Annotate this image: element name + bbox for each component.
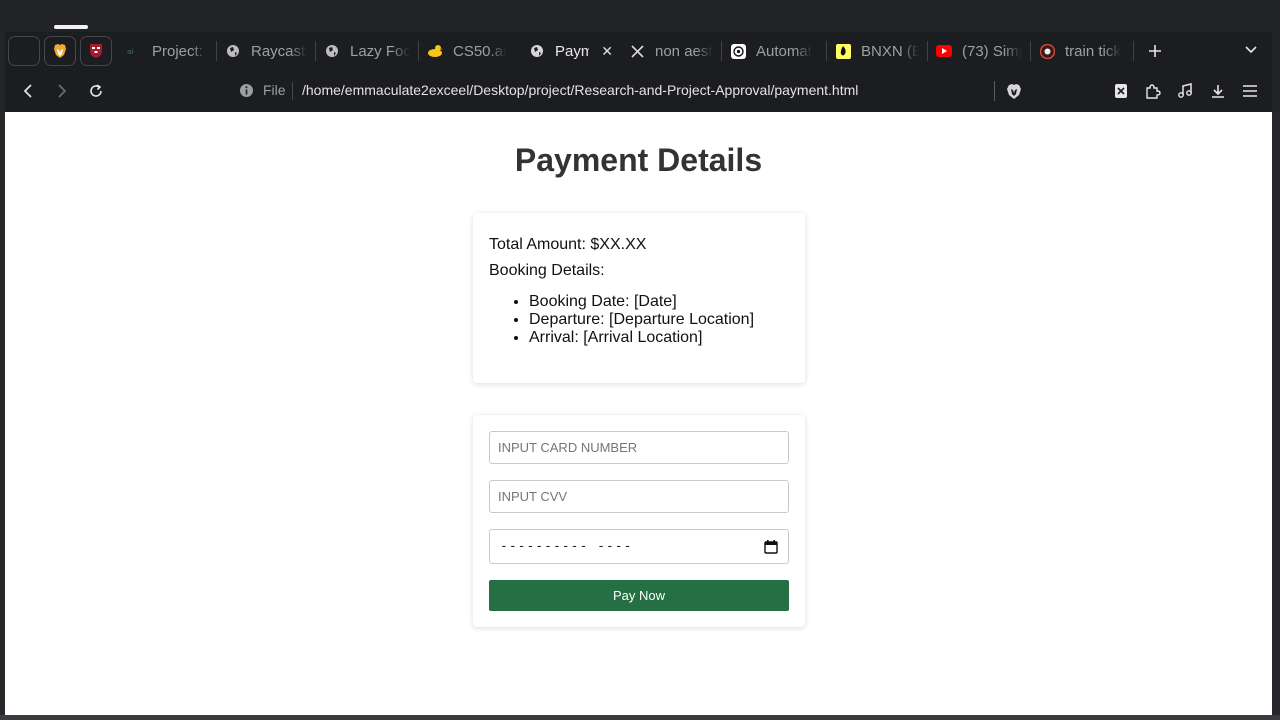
address-bar[interactable]: /home/emmaculate2exceel/Desktop/project/…	[302, 82, 858, 98]
pinned-tab-brave[interactable]	[44, 36, 76, 66]
pinned-tab-harvard[interactable]	[80, 36, 112, 66]
tab-bar: ai Project: C Raycastin Lazy Foo CS50.ai…	[5, 32, 1272, 70]
system-top-bar	[0, 0, 1280, 32]
tab-automat[interactable]: Automat	[722, 36, 826, 66]
expiry-date-input[interactable]: ---------- ----	[489, 529, 789, 564]
new-tab-button[interactable]	[1144, 40, 1166, 62]
workspace-indicator[interactable]	[54, 25, 88, 29]
reload-button[interactable]	[86, 81, 106, 101]
globe-icon	[529, 43, 545, 59]
arrow-left-icon	[23, 84, 32, 98]
extension-button[interactable]	[1111, 81, 1131, 101]
reload-icon	[90, 84, 102, 97]
desktop-edge-right	[1272, 112, 1280, 715]
tab-title: Lazy Foo	[350, 42, 410, 60]
tab-non-aesthetic[interactable]: non aestl	[621, 36, 721, 66]
arrow-right-icon	[58, 84, 67, 98]
departure-item: Departure: [Departure Location]	[529, 311, 789, 329]
tab-title: Paym	[555, 42, 590, 60]
tab-bnxn[interactable]: BNXN (B	[827, 36, 927, 66]
close-tab-icon[interactable]: ✕	[601, 43, 613, 60]
tab-title: Raycastin	[251, 42, 307, 60]
booking-summary-card: Total Amount: $XX.XX Booking Details: Bo…	[473, 213, 805, 383]
payment-form-card: ---------- ---- Pay Now	[473, 415, 805, 627]
brave-shields-button[interactable]	[1004, 81, 1024, 101]
plus-icon	[1149, 45, 1161, 57]
duck-icon	[427, 43, 443, 59]
tab-train-ticket[interactable]: train tick	[1031, 36, 1133, 66]
date-mask-text: ---------- ----	[500, 539, 633, 554]
hamburger-menu-icon	[1243, 85, 1257, 97]
tab-title: train tick	[1065, 42, 1121, 60]
genius-icon	[835, 43, 851, 59]
chevron-down-icon	[1245, 46, 1257, 54]
tab-title: non aestl	[655, 42, 713, 60]
downloads-button[interactable]	[1208, 81, 1228, 101]
tab-title: (73) Simp	[962, 42, 1022, 60]
tab-title: Automat	[756, 42, 812, 60]
extension-icon	[1115, 84, 1127, 98]
pinned-tab-blank[interactable]	[8, 36, 40, 66]
desktop-bottom-edge	[0, 715, 1280, 720]
tab-payment-active[interactable]: Paym ✕	[521, 36, 621, 66]
puzzle-icon	[1145, 83, 1161, 99]
main-menu-button[interactable]	[1240, 81, 1260, 101]
tab-lazy-foo[interactable]: Lazy Foo	[316, 36, 418, 66]
extensions-menu-button[interactable]	[1142, 81, 1162, 101]
tab-list-button[interactable]	[1244, 42, 1258, 60]
download-icon	[1212, 85, 1224, 98]
globe-icon	[225, 43, 241, 59]
globe-icon	[324, 43, 340, 59]
tab-cs50ai[interactable]: CS50.ai	[419, 36, 521, 66]
tab-title: CS50.ai	[453, 42, 507, 60]
music-note-icon	[1178, 83, 1192, 98]
brave-lion-icon	[54, 44, 66, 58]
tab-separator	[1133, 41, 1134, 61]
card-number-input[interactable]	[489, 431, 789, 464]
address-bar-end-divider	[994, 81, 995, 101]
url-divider	[292, 82, 293, 100]
media-button[interactable]	[1175, 81, 1195, 101]
nav-toolbar: File /home/emmaculate2exceel/Desktop/pro…	[5, 70, 1272, 112]
pay-now-button[interactable]: Pay Now	[489, 580, 789, 611]
openai-icon: ai	[126, 43, 142, 59]
info-icon	[240, 84, 253, 97]
tab-youtube[interactable]: (73) Simp	[928, 36, 1030, 66]
harvard-shield-icon	[90, 44, 102, 58]
back-button[interactable]	[18, 81, 38, 101]
forward-button[interactable]	[52, 81, 72, 101]
calendar-icon[interactable]	[764, 540, 778, 559]
booking-details-label: Booking Details:	[489, 262, 605, 279]
tab-title: Project: C	[152, 42, 208, 60]
page-title: Payment Details	[514, 142, 763, 178]
page-viewport: Payment Details Total Amount: $XX.XX Boo…	[5, 112, 1272, 715]
total-amount: Total Amount: $XX.XX	[489, 236, 647, 253]
brave-shield-icon	[1007, 83, 1021, 99]
svg-text:ai: ai	[127, 48, 133, 55]
arrival-item: Arrival: [Arrival Location]	[529, 329, 789, 347]
url-scheme-label: File	[263, 82, 286, 98]
tab-raycasting[interactable]: Raycastin	[217, 36, 315, 66]
chatgpt-icon	[730, 43, 746, 59]
x-logo-icon	[629, 43, 645, 59]
youtube-icon	[936, 43, 952, 59]
booking-date-item: Booking Date: [Date]	[529, 293, 789, 311]
app-icon	[1039, 43, 1055, 59]
tab-title: BNXN (B	[861, 42, 919, 60]
site-info-button[interactable]	[239, 83, 254, 103]
booking-details-list: Booking Date: [Date] Departure: [Departu…	[489, 293, 789, 347]
tab-project[interactable]: ai Project: C	[118, 36, 216, 66]
cvv-input[interactable]	[489, 480, 789, 513]
